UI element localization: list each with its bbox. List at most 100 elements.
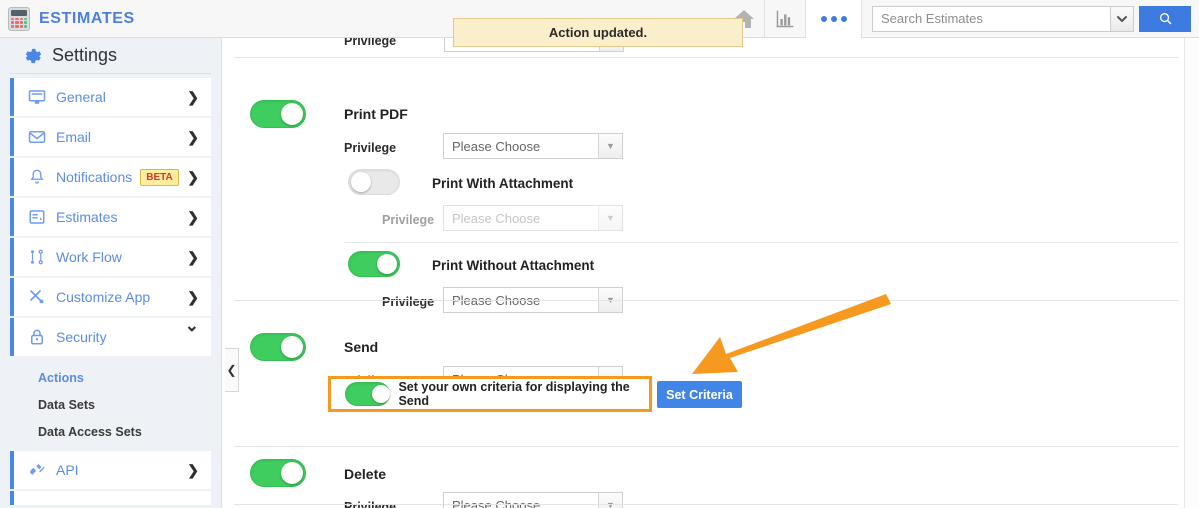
criteria-highlight-box: Set your own criteria for displaying the… <box>328 376 652 412</box>
chevron-right-icon: ❯ <box>187 128 199 145</box>
sidebar-security-subitems: Actions Data Sets Data Access Sets <box>0 358 221 451</box>
divider <box>234 446 1178 447</box>
sidebar-item-label: Security <box>56 329 107 345</box>
sidebar-subitem-label: Data Sets <box>38 397 95 412</box>
tools-icon <box>22 288 52 306</box>
toggle-print-without-attachment[interactable] <box>348 251 400 277</box>
chevron-right-icon: ❯ <box>187 208 199 225</box>
sidebar-item-api[interactable]: API ❯ <box>10 451 211 489</box>
toast-message: Action updated. <box>548 25 648 40</box>
more-menu-button[interactable] <box>805 0 862 38</box>
app-title: ESTIMATES <box>39 9 135 27</box>
privilege-select-delete[interactable]: Please Choose ▼ <box>443 492 623 508</box>
chevron-right-icon: ❯ <box>187 168 199 185</box>
privilege-select-value: Please Choose <box>452 210 541 226</box>
toggle-knob <box>372 385 390 403</box>
set-criteria-button[interactable]: Set Criteria <box>657 381 742 408</box>
caret-down-icon[interactable]: ▼ <box>598 493 622 508</box>
toggle-knob <box>281 336 303 358</box>
criteria-label: Set your own criteria for displaying the… <box>398 380 630 408</box>
sidebar-item-security[interactable]: Security ⌄ <box>10 316 211 356</box>
bell-icon <box>22 168 52 186</box>
app-root: Privilege Please Choose ▼ Print PDF Priv… <box>0 0 1199 508</box>
sidebar-item-label: Email <box>56 129 92 145</box>
sidebar-title: Settings <box>52 45 118 65</box>
sidebar-item-email[interactable]: Email ❯ <box>10 118 211 156</box>
chevron-down-icon <box>1117 15 1127 22</box>
sidebar-item-label: Work Flow <box>56 249 122 265</box>
sidebar-item-partial[interactable] <box>10 491 211 505</box>
document-icon <box>22 208 52 226</box>
bar-chart-icon <box>776 10 794 27</box>
chevron-right-icon: ❯ <box>187 461 199 478</box>
toggle-print-pdf[interactable] <box>250 100 306 128</box>
sidebar-header: Settings <box>10 38 211 74</box>
sidebar-item-work-flow[interactable]: Work Flow ❯ <box>10 238 211 276</box>
search-input[interactable] <box>872 5 1110 32</box>
search-button[interactable] <box>1139 5 1191 32</box>
sidebar-item-estimates[interactable]: Estimates ❯ <box>10 198 211 236</box>
privilege-label: Privilege <box>382 213 435 227</box>
sidebar-subitem-label: Actions <box>38 370 84 385</box>
search-scope-dropdown[interactable] <box>1110 5 1134 32</box>
section-title-delete: Delete <box>344 466 387 482</box>
sidebar-item-customize-app[interactable]: Customize App ❯ <box>10 278 211 316</box>
privilege-label: Privilege <box>344 141 397 155</box>
toggle-set-criteria[interactable] <box>345 382 391 406</box>
chevron-down-icon: ⌄ <box>184 316 199 335</box>
divider <box>234 504 1178 505</box>
plug-icon <box>22 461 52 479</box>
reports-button[interactable] <box>765 0 805 38</box>
divider <box>234 300 1178 301</box>
lock-icon <box>22 328 52 346</box>
sidebar-subitem-data-sets[interactable]: Data Sets <box>0 391 221 418</box>
divider <box>234 57 1178 58</box>
calculator-icon <box>8 6 30 31</box>
sidebar-item-label: Estimates <box>56 209 118 225</box>
panel-collapse-handle[interactable]: ❮ <box>225 348 239 392</box>
workflow-icon <box>22 248 52 266</box>
caret-down-icon[interactable]: ▼ <box>598 134 622 158</box>
sidebar-subitem-data-access-sets[interactable]: Data Access Sets <box>0 418 221 445</box>
sidebar-item-label: API <box>56 462 79 478</box>
ellipsis-icon <box>840 15 847 22</box>
toggle-delete[interactable] <box>250 459 306 487</box>
toggle-knob <box>351 172 371 192</box>
beta-badge: BETA <box>140 168 179 186</box>
toggle-print-with-attachment[interactable] <box>348 169 400 195</box>
sidebar-item-general[interactable]: General ❯ <box>10 78 211 116</box>
sub-section-title-print-without-attachment: Print Without Attachment <box>432 258 595 273</box>
toggle-knob <box>281 103 303 125</box>
caret-down-icon[interactable]: ▼ <box>598 206 622 230</box>
search-area <box>862 5 1199 32</box>
sidebar-subitem-actions[interactable]: Actions <box>0 364 221 391</box>
toggle-send[interactable] <box>250 333 306 361</box>
envelope-icon <box>22 128 52 146</box>
privilege-select-print-pdf[interactable]: Please Choose ▼ <box>443 133 623 159</box>
vertical-scrollbar[interactable] <box>1184 38 1199 508</box>
chevron-right-icon: ❯ <box>187 288 199 305</box>
privilege-select-print-with-attachment[interactable]: Please Choose ▼ <box>443 205 623 231</box>
sidebar-item-label: Notifications <box>56 169 133 185</box>
sidebar-item-notifications[interactable]: Notifications BETA ❯ <box>10 158 211 196</box>
section-title-print-pdf: Print PDF <box>344 106 408 122</box>
app-brand[interactable]: ESTIMATES <box>0 0 135 38</box>
privilege-select-value: Please Choose <box>452 497 541 508</box>
chevron-right-icon: ❯ <box>187 248 199 265</box>
sidebar-nav-list: General ❯ Email ❯ Notifications BETA ❯ E… <box>0 74 221 505</box>
sub-section-title-print-with-attachment: Print With Attachment <box>432 176 574 191</box>
section-title-send: Send <box>344 339 379 355</box>
sidebar-item-label: General <box>56 89 106 105</box>
ellipsis-icon <box>820 15 827 22</box>
divider <box>344 242 1178 243</box>
monitor-icon <box>22 88 52 106</box>
toast-notification: Action updated. <box>453 18 743 47</box>
search-icon <box>1159 13 1171 25</box>
chevron-right-icon: ❯ <box>187 88 199 105</box>
privilege-select-value: Please Choose <box>452 138 541 154</box>
sidebar-subitem-label: Data Access Sets <box>38 424 142 439</box>
toggle-knob <box>281 462 303 484</box>
gear-icon <box>25 48 42 63</box>
ellipsis-icon <box>830 15 837 22</box>
settings-content-panel: Privilege Please Choose ▼ Print PDF Priv… <box>234 30 1199 508</box>
